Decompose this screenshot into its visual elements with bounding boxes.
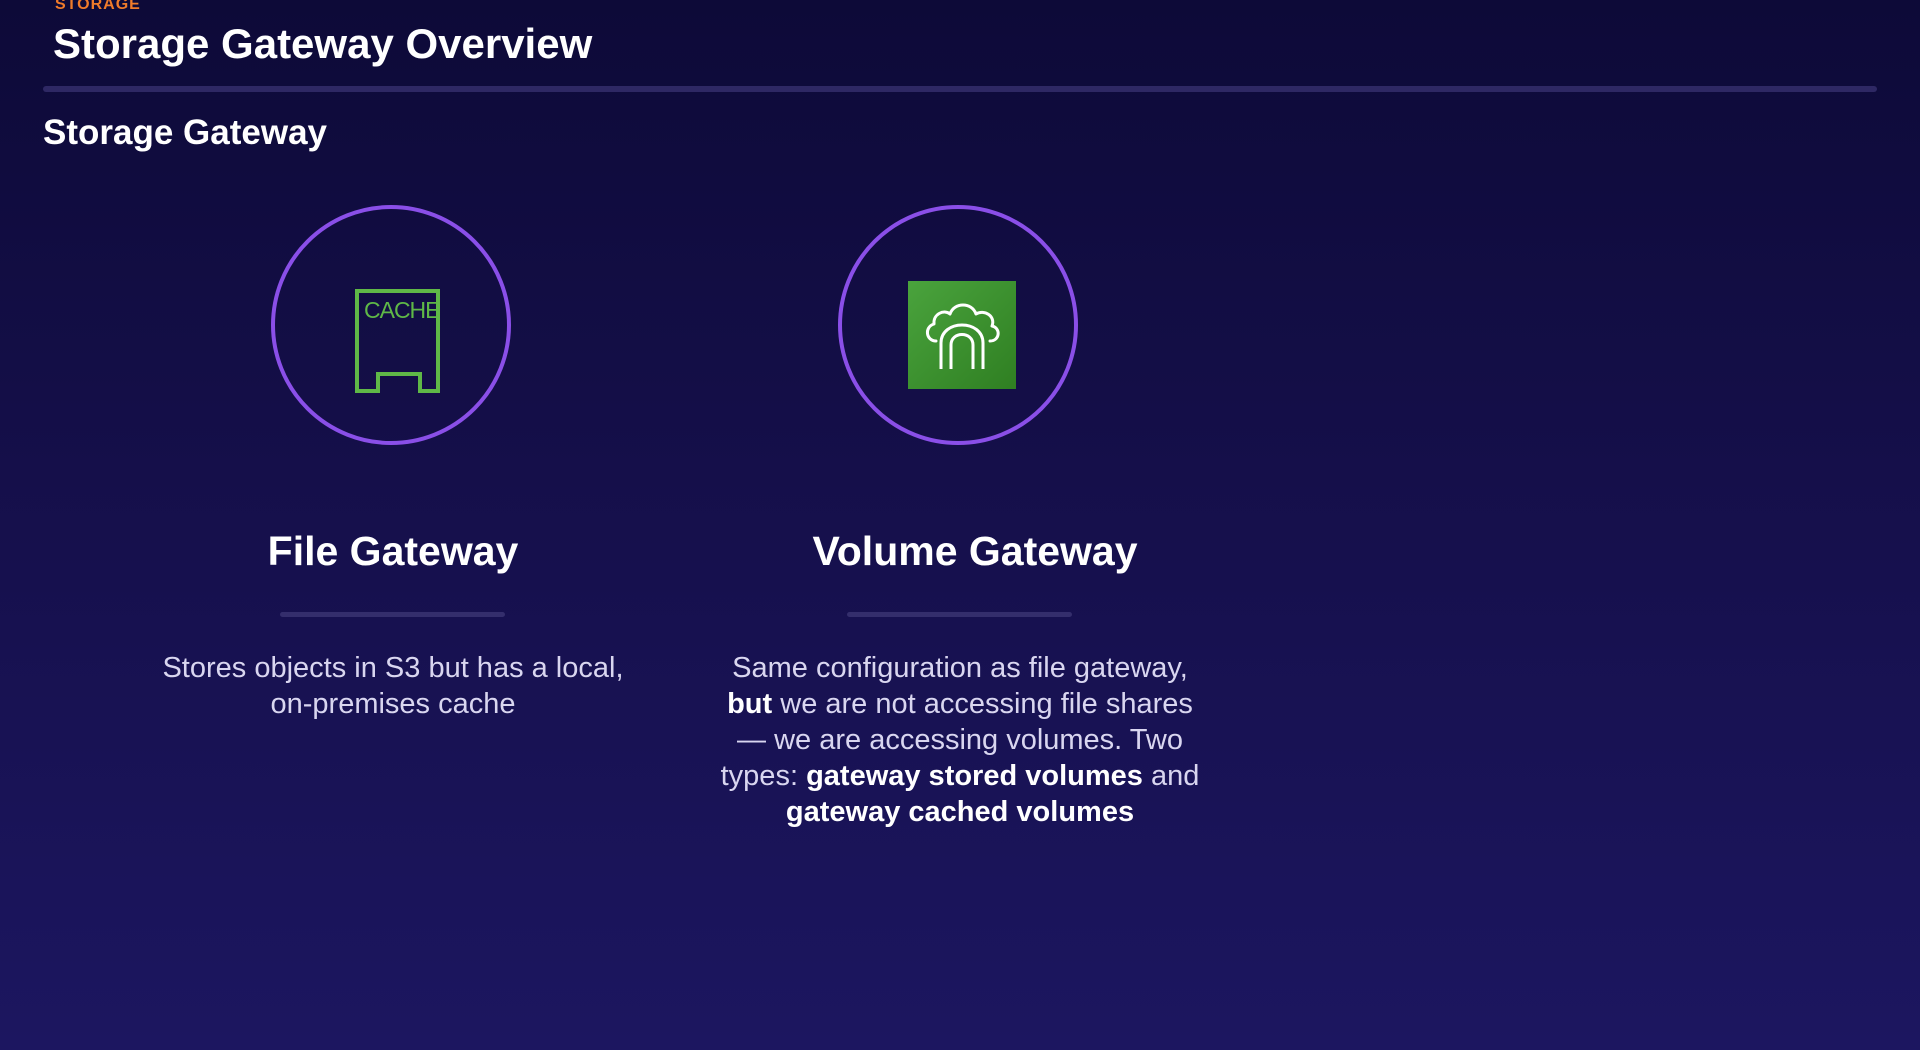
card-divider bbox=[847, 612, 1072, 617]
cache-icon-label: CACHE bbox=[364, 297, 440, 323]
icon-circle: CACHE bbox=[271, 205, 511, 445]
cache-icon: CACHE bbox=[355, 289, 441, 393]
card-divider bbox=[280, 612, 505, 617]
section-tag: STORAGE bbox=[55, 0, 141, 13]
emphasis-text: gateway stored volumes bbox=[806, 760, 1143, 792]
description-text: Same configuration as file gateway, bbox=[732, 652, 1188, 684]
emphasis-text: but bbox=[727, 688, 773, 720]
header-divider bbox=[43, 86, 1877, 92]
icon-circle bbox=[838, 205, 1078, 445]
cloud-gateway-icon bbox=[908, 281, 1016, 389]
section-heading: Storage Gateway bbox=[43, 113, 327, 152]
emphasis-text: gateway cached volumes bbox=[785, 796, 1135, 828]
volume-gateway-description: Same configuration as file gateway, but … bbox=[720, 650, 1200, 830]
volume-gateway-title: Volume Gateway bbox=[812, 528, 1138, 574]
file-gateway-description: Stores objects in S3 but has a local, on… bbox=[162, 652, 624, 720]
slide-title: Storage Gateway Overview bbox=[53, 20, 593, 67]
file-gateway-title: File Gateway bbox=[267, 528, 519, 574]
description-text: and bbox=[1142, 760, 1200, 792]
